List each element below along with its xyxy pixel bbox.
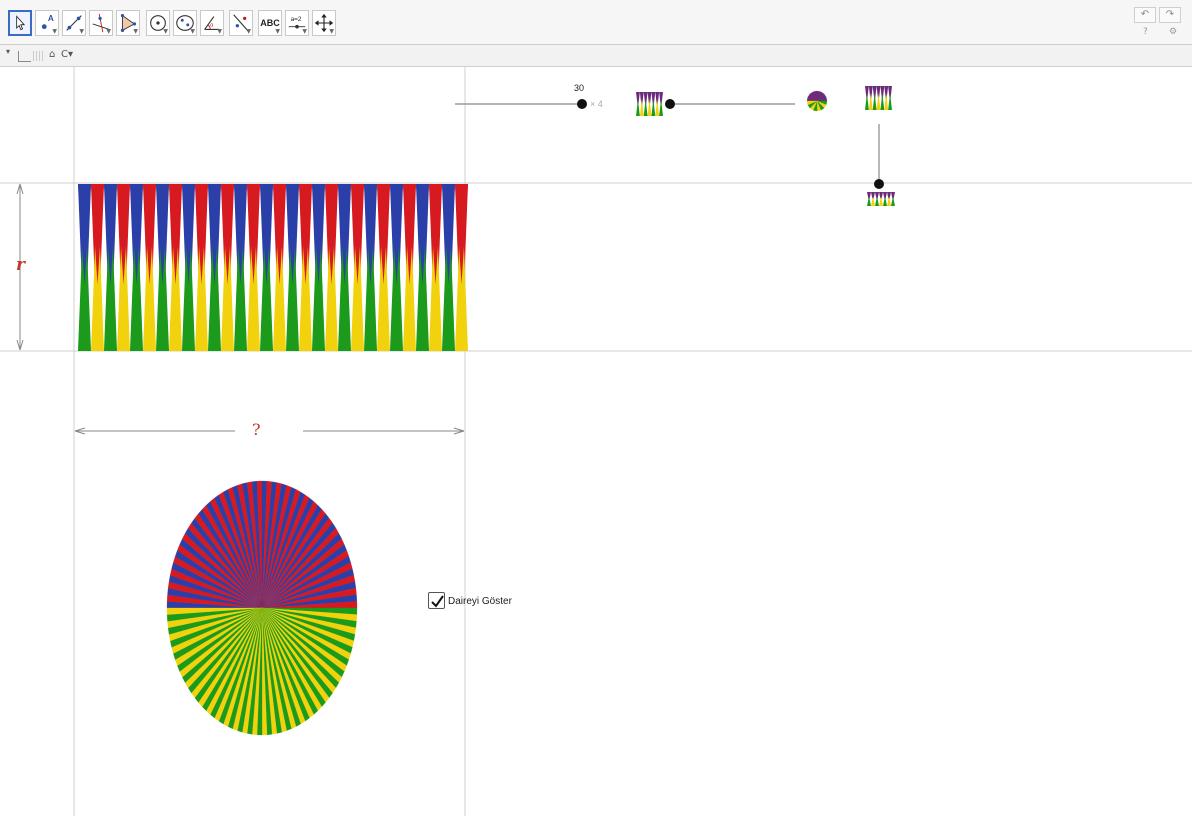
graphics-style-bar: ▾ ⌂ C▾ xyxy=(0,45,1192,67)
graphics-view[interactable] xyxy=(0,67,1192,816)
strip-upper-sector-tip xyxy=(104,184,117,285)
mini-disc-icon xyxy=(806,90,828,112)
animation-slider-handle[interactable] xyxy=(665,99,675,109)
strip-upper-sector-tip xyxy=(221,184,234,285)
radius-label: r xyxy=(16,255,25,275)
redo-icon: ↷ xyxy=(1165,9,1175,20)
checkmark-icon xyxy=(431,595,444,608)
reflect-tool-button[interactable]: ▼ xyxy=(229,10,253,36)
rearranged-sectors-strip xyxy=(78,184,468,351)
strip-upper-sector-tip xyxy=(143,184,156,285)
ellipse-tool-button[interactable]: ▼ xyxy=(173,10,197,36)
vertical-slider-handle[interactable] xyxy=(874,179,884,189)
style-bar-toggle-icon[interactable]: ▾ xyxy=(6,47,10,56)
strip-upper-sector-tip xyxy=(117,184,130,285)
strip-upper-sector-tip xyxy=(130,184,143,285)
move-view-tool-button[interactable]: ▼ xyxy=(312,10,336,36)
strip-upper-sector-tip xyxy=(78,184,91,285)
gear-icon[interactable]: ⚙ xyxy=(1169,27,1177,37)
move-tool-icon xyxy=(16,15,26,31)
strip-upper-sector-tip xyxy=(182,184,195,285)
svg-text:A: A xyxy=(48,14,54,23)
help-icon[interactable]: ? xyxy=(1143,27,1148,37)
svg-text:a=2: a=2 xyxy=(291,16,302,23)
slider-handle[interactable] xyxy=(577,99,587,109)
line-tool-button[interactable]: ▼ xyxy=(62,10,86,36)
slider-tool-button[interactable]: a=2 ▼ xyxy=(285,10,309,36)
sector-disc xyxy=(166,480,358,736)
axes-toggle-icon[interactable] xyxy=(18,51,31,62)
mini-strip-icon-3 xyxy=(867,192,895,206)
perpendicular-tool-button[interactable]: ▼ xyxy=(89,10,113,36)
strip-upper-sector-tip xyxy=(195,184,208,285)
undo-icon: ↶ xyxy=(1140,9,1150,20)
slider-suffix-label: × 4 xyxy=(590,99,603,109)
redo-button[interactable]: ↷ xyxy=(1159,7,1181,23)
move-tool-button[interactable] xyxy=(8,10,32,36)
strip-upper-sector-tip xyxy=(208,184,221,285)
width-label: ? xyxy=(252,420,261,439)
strip-upper-sector-tip xyxy=(156,184,169,285)
polygon-tool-button[interactable]: ▼ xyxy=(116,10,140,36)
angle-tool-button[interactable]: α ▼ xyxy=(200,10,224,36)
mini-strip-icon-2 xyxy=(865,86,892,110)
show-circle-label: Daireyi Göster xyxy=(448,596,512,607)
zoom-menu-icon[interactable]: C▾ xyxy=(61,49,73,60)
circle-tool-button[interactable]: ▼ xyxy=(146,10,170,36)
slider-value-label: 30 xyxy=(574,83,585,93)
strip-upper-sector-tip xyxy=(234,184,247,285)
strip-upper-sector-tip xyxy=(91,184,104,285)
point-tool-button[interactable]: A ▼ xyxy=(35,10,59,36)
toolbar: A ▼ ▼ ▼ ▼ ▼ ▼ α ▼ ▼ ABC ▼ a=2 ▼ ▼ ↶ ↷ ? … xyxy=(0,0,1192,45)
strip-upper-sector-tip xyxy=(169,184,182,285)
mini-strip-icon-1 xyxy=(636,92,663,116)
grid-toggle-icon[interactable] xyxy=(33,51,43,61)
text-tool-button[interactable]: ABC ▼ xyxy=(258,10,282,36)
show-circle-checkbox[interactable] xyxy=(428,592,445,609)
svg-text:α: α xyxy=(210,23,214,29)
home-icon[interactable]: ⌂ xyxy=(49,49,55,60)
undo-button[interactable]: ↶ xyxy=(1134,7,1156,23)
construction-canvas xyxy=(0,67,1192,816)
